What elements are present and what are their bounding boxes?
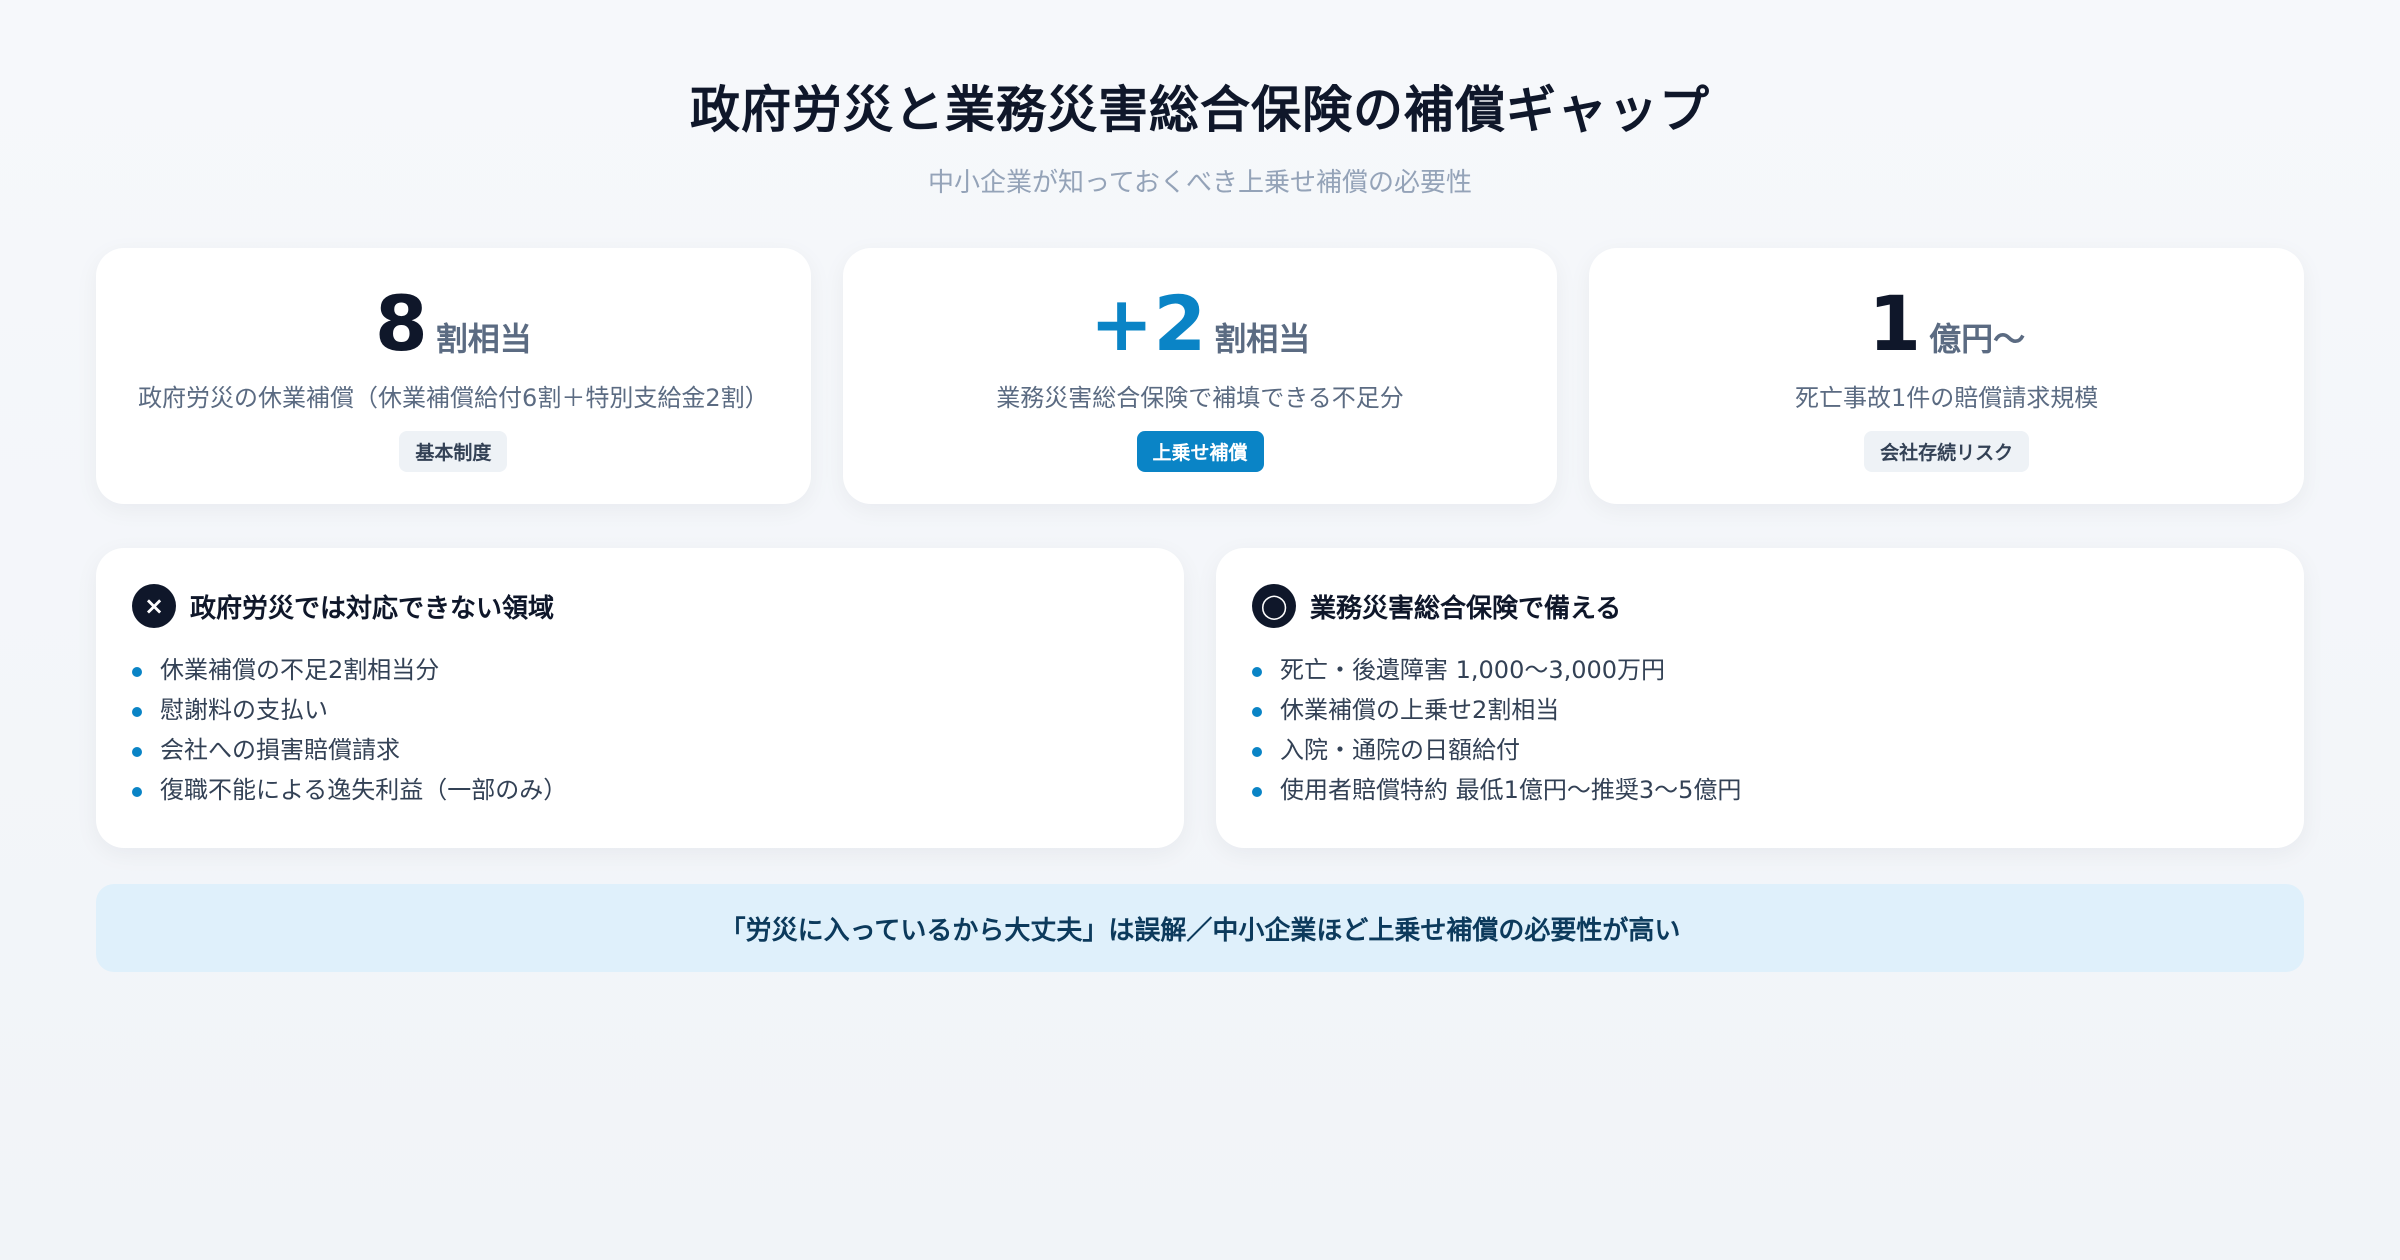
stats-row: 8 割相当 政府労災の休業補償（休業補償給付6割＋特別支給金2割） 基本制度 +… bbox=[96, 248, 2305, 504]
stat-card-liability-scale: 1 億円〜 死亡事故1件の賠償請求規模 会社存続リスク bbox=[1589, 248, 2305, 504]
summary-banner: 「労災に入っているから大丈夫」は誤解／中小企業ほど上乗せ補償の必要性が高い bbox=[96, 884, 2304, 972]
list-item: 会社への損害賠償請求 bbox=[132, 730, 1148, 770]
panel-title: 政府労災では対応できない領域 bbox=[190, 593, 555, 624]
panel-list: 死亡・後遺障害 1,000〜3,000万円 休業補償の上乗せ2割相当 入院・通院… bbox=[1252, 650, 2268, 810]
circle-icon: ◯ bbox=[1252, 584, 1296, 628]
list-item: 休業補償の上乗せ2割相当 bbox=[1252, 690, 2268, 730]
list-item: 休業補償の不足2割相当分 bbox=[132, 650, 1148, 690]
stat-tag: 上乗せ補償 bbox=[1136, 431, 1264, 472]
list-item: 入院・通院の日額給付 bbox=[1252, 730, 2268, 770]
list-item: 慰謝料の支払い bbox=[132, 690, 1148, 730]
stat-description: 死亡事故1件の賠償請求規模 bbox=[1795, 384, 2099, 412]
stat-value: +2 割相当 bbox=[1090, 284, 1311, 364]
list-item: 使用者賠償特約 最低1億円〜推奨3〜5億円 bbox=[1252, 770, 2268, 810]
cross-icon: × bbox=[132, 584, 176, 628]
stat-description: 業務災害総合保険で補填できる不足分 bbox=[996, 384, 1404, 412]
page-subtitle: 中小企業が知っておくべき上乗せ補償の必要性 bbox=[928, 168, 1472, 198]
stat-card-base-compensation: 8 割相当 政府労災の休業補償（休業補償給付6割＋特別支給金2割） 基本制度 bbox=[96, 248, 811, 504]
stat-unit: 億円〜 bbox=[1929, 320, 2026, 358]
list-item: 死亡・後遺障害 1,000〜3,000万円 bbox=[1252, 650, 2268, 690]
panel-header: ◯ 業務災害総合保険で備える bbox=[1252, 584, 2268, 628]
panel-header: × 政府労災では対応できない領域 bbox=[132, 584, 1148, 628]
stat-value: 8 割相当 bbox=[375, 284, 532, 364]
panels-row: × 政府労災では対応できない領域 休業補償の不足2割相当分 慰謝料の支払い 会社… bbox=[96, 548, 2304, 848]
stat-number: 1 bbox=[1868, 279, 1922, 368]
panel-list: 休業補償の不足2割相当分 慰謝料の支払い 会社への損害賠償請求 復職不能による逸… bbox=[132, 650, 1148, 810]
page-title: 政府労災と業務災害総合保険の補償ギャップ bbox=[690, 81, 1710, 139]
page: 政府労災と業務災害総合保険の補償ギャップ 中小企業が知っておくべき上乗せ補償の必… bbox=[0, 0, 2400, 1260]
panel-insurance-coverage: ◯ 業務災害総合保険で備える 死亡・後遺障害 1,000〜3,000万円 休業補… bbox=[1216, 548, 2304, 848]
stat-tag: 会社存続リスク bbox=[1864, 431, 2030, 472]
stat-unit: 割相当 bbox=[1214, 320, 1311, 358]
panel-title: 業務災害総合保険で備える bbox=[1310, 593, 1622, 624]
stat-value: 1 億円〜 bbox=[1868, 284, 2025, 364]
stat-card-top-up: +2 割相当 業務災害総合保険で補填できる不足分 上乗せ補償 bbox=[842, 248, 1558, 504]
stat-unit: 割相当 bbox=[435, 320, 532, 358]
stat-number: +2 bbox=[1089, 279, 1207, 368]
stat-description: 政府労災の休業補償（休業補償給付6割＋特別支給金2割） bbox=[138, 384, 769, 412]
list-item: 復職不能による逸失利益（一部のみ） bbox=[132, 770, 1148, 810]
stat-number: 8 bbox=[374, 279, 428, 368]
panel-uncovered-areas: × 政府労災では対応できない領域 休業補償の不足2割相当分 慰謝料の支払い 会社… bbox=[96, 548, 1184, 848]
stat-tag: 基本制度 bbox=[399, 431, 508, 472]
